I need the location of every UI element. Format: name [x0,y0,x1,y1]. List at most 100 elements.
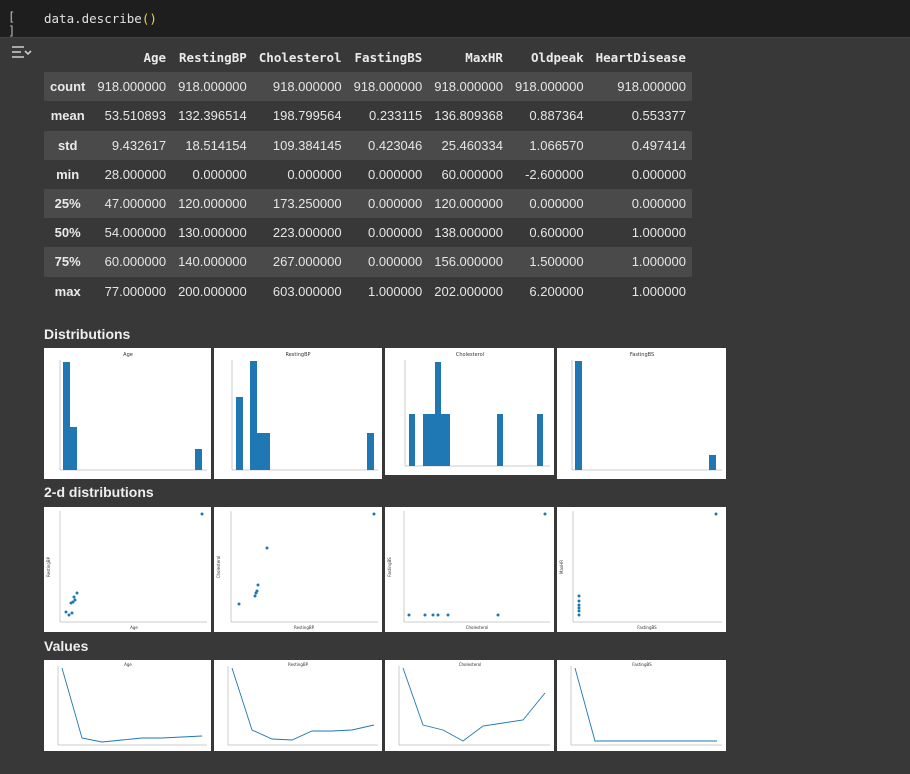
histogram-cholesterol-thumbnail[interactable]: Cholesterol [385,348,554,475]
column-header: RestingBP [179,50,247,66]
table-cell: 0.000000 [368,166,423,182]
scatter-2-xlabel: RestingBP [294,625,315,630]
table-cell: 918.000000 [178,79,247,95]
table-cell: 1.000000 [631,225,686,241]
table-cell: 109.384145 [272,137,342,153]
scatter-3-ylabel: FastingBS [387,557,392,577]
column-header: Oldpeak [530,50,584,66]
row-label: count [50,79,86,95]
table-cell: 0.887364 [529,108,584,124]
histogram-restingbp-title: RestingBP [285,352,310,358]
table-cell: 1.000000 [631,283,686,299]
index-header [44,43,91,72]
line-restingbp-title: RestingBP [288,662,309,667]
table-cell: 138.000000 [434,225,503,241]
scatter-cholesterol-fastingbs-thumbnail[interactable]: Cholesterol FastingBS [385,507,554,632]
column-header: Cholesterol [258,50,342,66]
line-cholesterol-thumbnail[interactable]: Cholesterol [385,660,554,751]
table-cell: 0.000000 [529,196,584,212]
histogram-restingbp-thumbnail[interactable]: RestingBP [214,348,382,479]
histogram-fastingbs-thumbnail[interactable]: FastingBS [557,348,726,479]
table-cell: 120.000000 [178,196,247,212]
line-fastingbs-thumbnail[interactable]: FastingBS [557,660,726,751]
table-body: count 918.000000 918.000000 918.000000 918.0… [44,72,692,306]
line-age-thumbnail[interactable]: Age [44,660,211,751]
scatter-restingbp-cholesterol-thumbnail[interactable]: RestingBP Cholesterol [214,507,382,632]
table-cell: 156.000000 [434,254,503,270]
code-parens: () [141,11,157,26]
row-label: max [54,283,81,299]
scatter-4-ylabel: MaxHR [559,560,564,574]
table-cell: 0.233115 [368,108,423,124]
row-label: min [56,166,80,182]
table-cell: 0.600000 [529,225,584,241]
table-cell: 0.497414 [631,137,686,153]
table-cell: 77.000000 [104,283,167,299]
table-row: count 918.000000 918.000000 918.000000 918.0… [44,72,692,102]
row-label: 50% [54,225,81,241]
table-header-row: Age RestingBP Cholesterol FastingBS MaxHR Old… [44,43,692,72]
row-label: 25% [54,196,81,212]
table-cell: 53.510893 [104,108,167,124]
code-editor[interactable]: data.describe() [44,11,157,26]
table-cell: 0.000000 [631,196,686,212]
table-cell: 198.799564 [272,108,342,124]
output-menu-icon[interactable] [10,42,32,64]
column-header: Age [143,50,167,66]
table-row: std 9.432617 18.514154 109.384145 0.423046 25… [44,130,692,160]
table-row: 50% 54.000000 130.000000 223.000000 0.000000… [44,218,692,248]
table-cell: 918.000000 [353,79,423,95]
table-row: min 28.000000 0.000000 0.000000 0.000000 60.0… [44,159,692,189]
table-cell: 120.000000 [434,196,503,212]
table-cell: -2.600000 [525,166,584,182]
table-cell: 136.809368 [434,108,503,124]
histogram-age-title: Age [123,352,133,358]
scatter-fastingbs-maxhr-thumbnail[interactable]: FastingBS MaxHR [557,507,726,632]
line-age-title: Age [124,662,132,667]
table-cell: 47.000000 [104,196,167,212]
code-text: data.describe [44,11,142,26]
table-cell: 918.000000 [97,79,167,95]
table-cell: 267.000000 [272,254,342,270]
table-cell: 140.000000 [178,254,247,270]
table-cell: 0.000000 [368,196,423,212]
table-cell: 918.000000 [434,79,503,95]
row-label: 75% [54,254,81,270]
column-header: FastingBS [354,50,423,66]
table-cell: 918.000000 [514,79,584,95]
section-title-distributions: Distributions [44,326,131,342]
histogram-cholesterol-title: Cholesterol [456,352,484,358]
table-cell: 132.396514 [178,108,247,124]
scatter-4-xlabel: FastingBS [637,625,657,630]
table-row: 25% 47.000000 120.000000 173.250000 0.000000… [44,188,692,219]
table-cell: 60.000000 [441,166,503,182]
table-cell: 60.000000 [104,254,167,270]
table-row: mean 53.510893 132.396514 198.799564 0.23311… [44,101,692,131]
section-title-2d: 2-d distributions [44,484,154,500]
section-title-values: Values [44,638,89,654]
table-cell: 18.514154 [185,137,247,153]
table-cell: 25.460334 [441,137,503,153]
run-cell-button[interactable]: [ ] [8,10,32,38]
table-cell: 0.423046 [368,137,423,153]
table-cell: 1.000000 [368,283,423,299]
histogram-age-thumbnail[interactable]: Age [44,348,211,479]
table-row: 75% 60.000000 140.000000 267.000000 0.000000… [44,247,692,277]
table-cell: 0.000000 [287,166,342,182]
table-cell: 1.500000 [529,254,584,270]
code-cell: [ ] data.describe() [0,0,910,38]
table-cell: 1.066570 [529,137,584,153]
table-cell: 918.000000 [617,79,686,95]
column-header: HeartDisease [595,50,686,66]
scatter-1-xlabel: Age [130,625,138,630]
scatter-2-ylabel: Cholesterol [216,556,221,579]
table-cell: 603.000000 [272,283,342,299]
table-cell: 0.000000 [368,225,423,241]
table-cell: 918.000000 [272,79,342,95]
table-cell: 223.000000 [272,225,342,241]
scatter-age-restingbp-thumbnail[interactable]: Age RestingBP [44,507,211,632]
table-cell: 200.000000 [178,283,247,299]
line-restingbp-thumbnail[interactable]: RestingBP [214,660,382,751]
table-cell: 54.000000 [104,225,167,241]
table-cell: 6.200000 [529,283,584,299]
